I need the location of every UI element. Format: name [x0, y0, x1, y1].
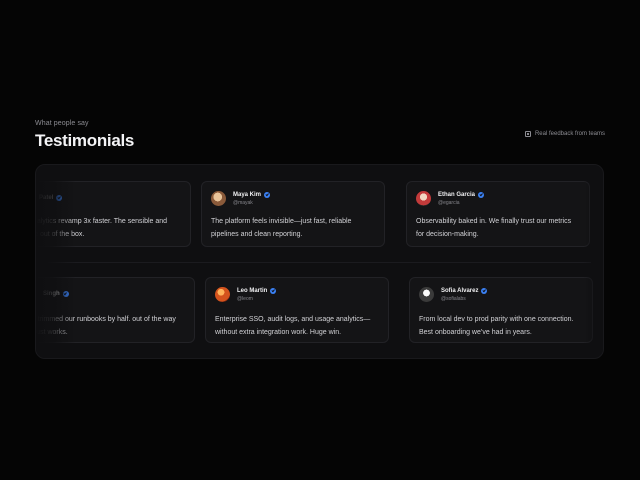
avatar — [215, 287, 230, 302]
testimonial-row: Patel our analytics revamp 3x faster. Th… — [36, 181, 603, 251]
author-handle: @mayak — [233, 199, 253, 206]
verified-badge-icon — [481, 287, 488, 294]
testimonial-card[interactable]: Sofia Alvarez @sofialabs From local dev … — [409, 277, 593, 343]
testimonial-row: Singh suite trimmed our runbooks by half… — [36, 277, 603, 347]
avatar — [419, 287, 434, 302]
tagline: Real feedback from teams — [524, 131, 605, 137]
verified-badge-icon — [56, 194, 63, 201]
verified-badge-icon — [270, 287, 277, 294]
row-divider — [48, 262, 591, 263]
testimonial-card[interactable]: Singh suite trimmed our runbooks by half… — [35, 277, 195, 343]
author-name: Patel — [39, 194, 54, 201]
testimonial-quote: Enterprise SSO, audit logs, and usage an… — [215, 316, 371, 336]
author-name: Leo Martin — [237, 287, 268, 294]
verified-badge-icon — [478, 191, 485, 198]
verified-badge-icon — [264, 191, 271, 198]
avatar — [35, 287, 36, 302]
testimonial-card[interactable]: Maya Kim @mayak The platform feels invis… — [201, 181, 385, 247]
author-handle: @leom — [237, 295, 253, 302]
testimonial-quote: The platform feels invisible—just fast, … — [211, 218, 352, 238]
testimonial-quote: our analytics revamp 3x faster. The sens… — [36, 218, 168, 238]
section-eyebrow: What people say — [35, 120, 89, 127]
testimonials-panel: Patel our analytics revamp 3x faster. Th… — [35, 164, 604, 359]
testimonial-quote: From local dev to prod parity with one c… — [419, 316, 574, 336]
tagline-text: Real feedback from teams — [534, 131, 605, 137]
verified-badge-icon — [62, 290, 69, 297]
testimonial-quote: Observability baked in. We finally trust… — [416, 218, 572, 238]
author-name: Maya Kim — [233, 191, 262, 198]
author-name: Ethan Garcia — [438, 191, 476, 198]
author-handle: @egarcia — [438, 199, 460, 206]
testimonial-card[interactable]: Ethan Garcia @egarcia Observability bake… — [406, 181, 590, 247]
avatar — [416, 191, 431, 206]
author-name: Sofia Alvarez — [441, 287, 479, 294]
testimonial-card[interactable]: Patel our analytics revamp 3x faster. Th… — [36, 181, 191, 247]
feedback-icon — [524, 131, 531, 137]
author-handle: @sofialabs — [441, 295, 466, 302]
testimonial-quote: suite trimmed our runbooks by half. out … — [35, 316, 176, 336]
page-title: Testimonials — [35, 131, 135, 150]
avatar — [211, 191, 226, 206]
author-name: Singh — [43, 290, 60, 297]
testimonial-card[interactable]: Leo Martin @leom Enterprise SSO, audit l… — [205, 277, 389, 343]
